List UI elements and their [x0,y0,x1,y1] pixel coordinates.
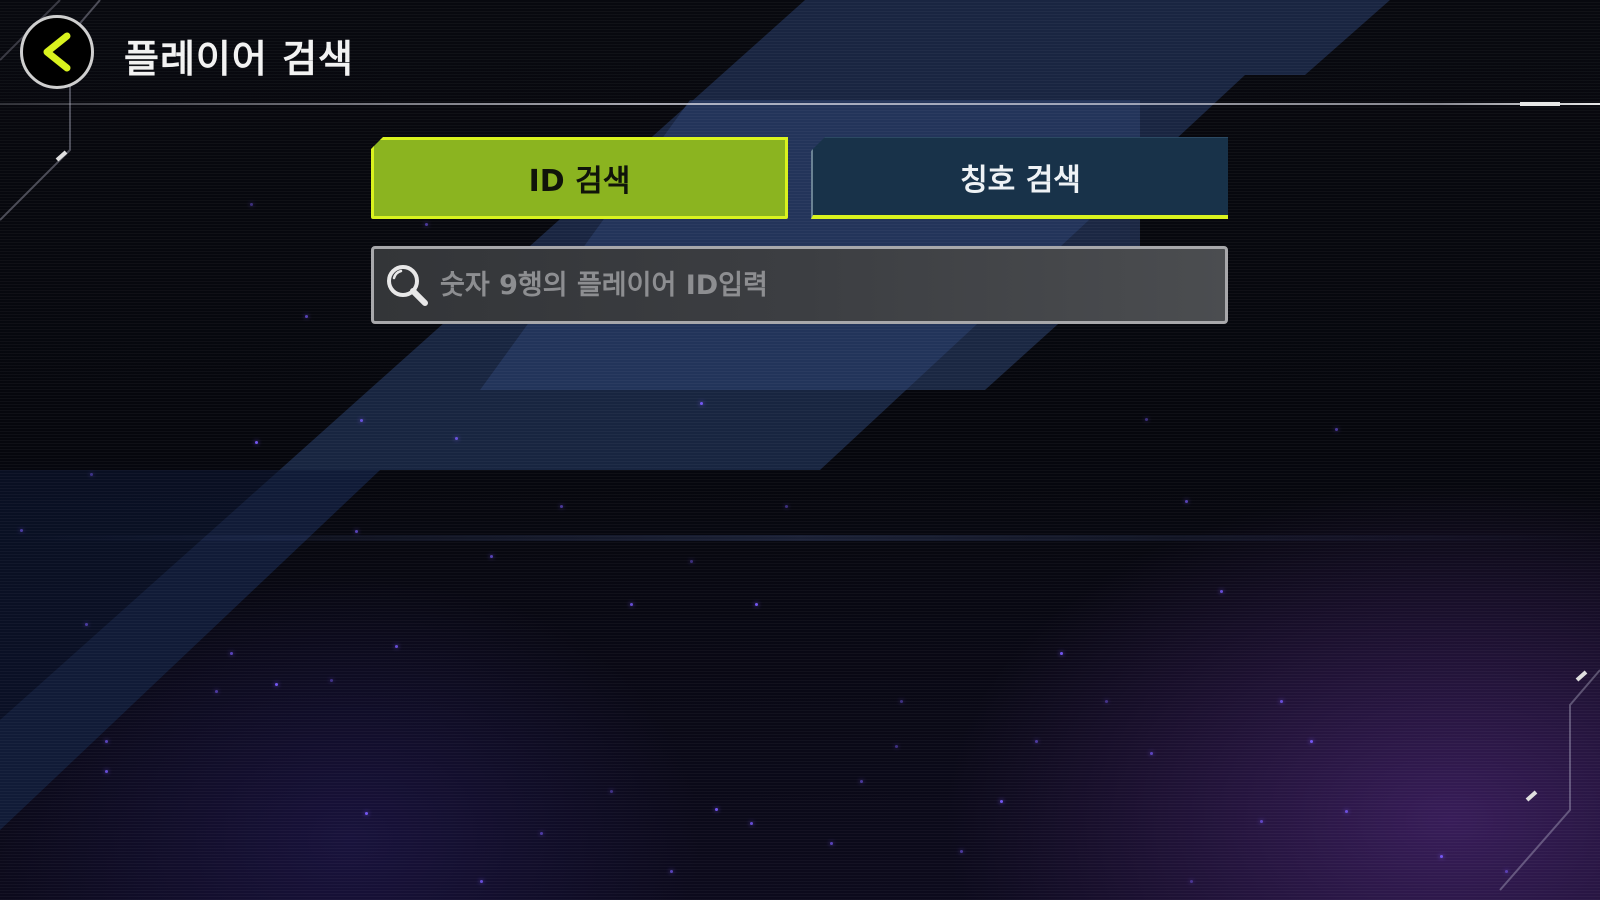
particle [85,623,88,626]
particle [1220,590,1223,593]
particle [355,530,358,533]
particle [230,652,233,655]
particle [560,505,563,508]
particle [715,808,718,811]
particle [670,870,673,873]
particle [90,473,93,476]
particle [750,822,753,825]
particle [860,780,863,783]
tab-title-search[interactable]: 칭호 검색 [811,137,1228,219]
particle [540,832,543,835]
particle [830,842,833,845]
particle [105,770,108,773]
particle [1280,700,1283,703]
particle [1035,740,1038,743]
particle [425,223,428,226]
particle [700,402,703,405]
search-icon [387,265,428,306]
particle [1260,820,1263,823]
particle [785,505,788,508]
corner-circuit-decoration-bottom [1499,669,1600,891]
particle [1440,855,1443,858]
particle [365,812,368,815]
particle [1310,740,1313,743]
particle [690,560,693,563]
page-title: 플레이어 검색 [124,37,354,81]
search-box[interactable] [371,246,1228,324]
particle [275,683,278,686]
background [0,0,1600,900]
particle [490,555,493,558]
particle [1190,880,1193,883]
particle [630,603,633,606]
particle [1105,700,1108,703]
particle [305,315,308,318]
tab-id-search-label: ID 검색 [528,164,631,199]
particle [105,740,108,743]
particle [610,790,613,793]
particle [215,690,218,693]
background-scanlines [0,0,1600,900]
particle [755,603,758,606]
particle [960,850,963,853]
particle [895,745,898,748]
search-input[interactable] [432,249,1225,321]
particle [1060,652,1063,655]
particle [455,437,458,440]
particle [1335,428,1338,431]
header-divider [0,103,1600,105]
chevron-left-icon [43,32,71,72]
particle [1145,418,1148,421]
header-divider-marker [1520,102,1560,106]
particle [250,203,253,206]
particle [480,880,483,883]
particle [255,441,258,444]
particle [395,645,398,648]
back-button[interactable] [20,15,94,89]
particle [1345,810,1348,813]
particle [360,419,363,422]
particle [330,679,333,682]
particle [1150,752,1153,755]
tab-title-search-label: 칭호 검색 [960,162,1081,198]
particle [900,700,903,703]
particle [1000,800,1003,803]
particle [20,529,23,532]
tab-id-search[interactable]: ID 검색 [371,137,788,219]
particle [1185,500,1188,503]
